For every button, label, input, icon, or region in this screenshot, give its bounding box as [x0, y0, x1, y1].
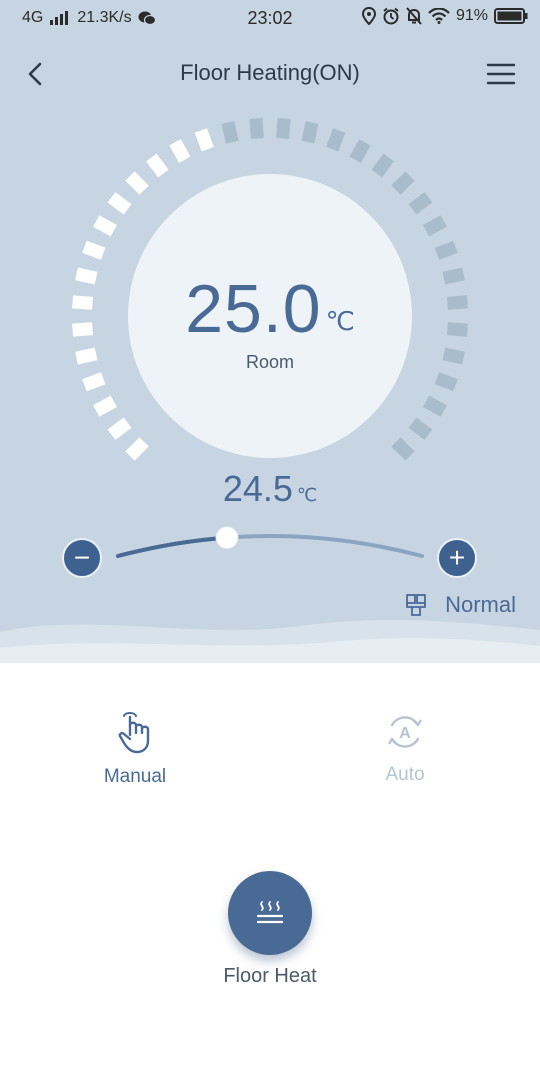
dial-tick — [107, 192, 132, 215]
set-temperature-unit: ℃ — [296, 485, 318, 505]
svg-text:A: A — [399, 725, 411, 742]
dial-tick — [75, 347, 98, 365]
dial-tick — [442, 347, 465, 365]
dial-tick — [391, 171, 415, 195]
plus-icon: + — [448, 542, 466, 573]
dial-tick — [408, 417, 433, 440]
dial-tick — [391, 437, 415, 461]
dial-tick — [276, 118, 291, 139]
dial-tick — [194, 128, 214, 152]
dial-tick — [447, 322, 468, 337]
dial-tick — [326, 128, 346, 152]
dial-tick — [125, 171, 149, 195]
dial-tick — [349, 139, 371, 163]
auto-mode-icon: A — [388, 716, 422, 748]
mode-auto-label: Auto — [385, 764, 425, 785]
dial-tick — [93, 215, 117, 237]
dial-tick — [423, 395, 447, 417]
slider-thumb[interactable] — [215, 526, 239, 550]
control-panel: Manual A Auto Floor Heat — [0, 663, 540, 1080]
room-temperature-circle: 25.0 ℃ Room — [128, 174, 412, 458]
dial-tick — [169, 139, 191, 163]
dial-tick — [72, 322, 93, 337]
dial-tick — [82, 240, 106, 260]
floor-heat-icon — [256, 901, 284, 924]
heating-mode[interactable]: Normal — [403, 592, 516, 618]
dial-tick — [107, 417, 132, 440]
dial-tick — [93, 395, 117, 417]
heating-mode-label: Normal — [445, 592, 516, 617]
dial-tick — [82, 372, 106, 392]
temperature-slider-row: − + — [0, 520, 540, 590]
mode-manual[interactable]: Manual — [65, 711, 205, 788]
radiator-icon — [406, 594, 426, 616]
dial-tick — [371, 153, 394, 178]
floor-heat-label: Floor Heat — [223, 965, 317, 987]
thermostat-panel: 4G 21.3K/s 23:02 91% Floor Heating(ON) 2… — [0, 0, 540, 663]
dial-tick — [442, 267, 465, 285]
decrease-button[interactable]: − — [62, 538, 102, 578]
hand-pointer-icon — [118, 712, 150, 754]
dial-tick — [221, 121, 239, 144]
minus-icon: − — [73, 542, 91, 573]
room-label: Room — [245, 352, 294, 372]
increase-button[interactable]: + — [437, 538, 477, 578]
floor-heat-button[interactable] — [228, 871, 312, 955]
mode-manual-label: Manual — [103, 766, 167, 787]
dial-tick — [423, 215, 447, 237]
room-temperature-unit: ℃ — [325, 306, 355, 336]
dial-tick — [434, 372, 458, 392]
dial-tick — [447, 295, 468, 310]
dial-tick — [408, 192, 433, 215]
dial-tick — [301, 121, 319, 144]
room-temperature: 25.0 ℃ — [128, 270, 412, 348]
room-temperature-value: 25.0 — [185, 271, 322, 347]
dial-tick — [146, 153, 169, 178]
dial-tick — [249, 118, 264, 139]
dial-tick — [125, 437, 149, 461]
dial-tick — [434, 240, 458, 260]
dial-tick — [75, 267, 98, 285]
set-temperature-value: 24.5 — [222, 468, 293, 509]
set-temperature: 24.5 ℃ — [0, 468, 540, 510]
mode-auto[interactable]: A Auto — [335, 711, 475, 786]
dial-tick — [72, 295, 93, 310]
